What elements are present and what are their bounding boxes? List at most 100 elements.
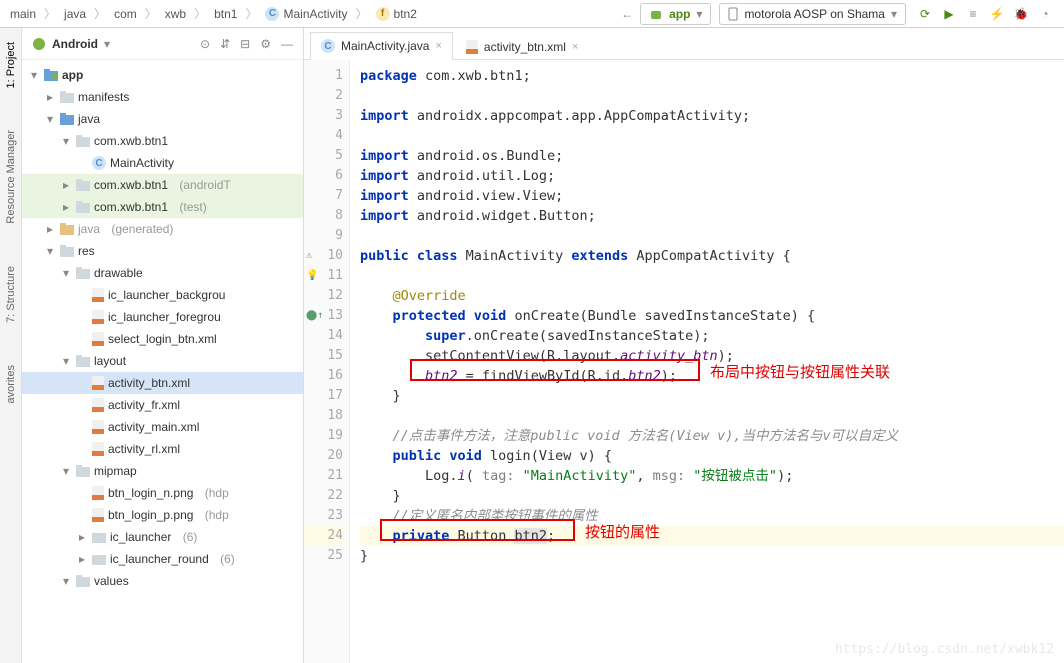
resource-manager-tab[interactable]: Resource Manager	[3, 124, 19, 230]
tree-file[interactable]: ▸ic_launcher (6)	[22, 526, 303, 548]
warning-icon[interactable]: ⚠	[306, 246, 312, 266]
debug-button[interactable]: 🐞	[1010, 3, 1032, 25]
run-config-selector[interactable]: app ▾	[640, 3, 711, 25]
xml-icon	[92, 398, 104, 412]
generated-folder-icon	[60, 223, 74, 235]
expand-all-icon[interactable]: ⇵	[220, 37, 230, 51]
chevron-down-icon: ▾	[696, 7, 702, 21]
tree-file[interactable]: ic_launcher_backgrou	[22, 284, 303, 306]
breadcrumb-item[interactable]: java	[62, 7, 88, 21]
watermark: https://blog.csdn.net/xwbk12	[835, 642, 1054, 657]
device-name: motorola AOSP on Shama	[744, 7, 885, 21]
package-icon	[76, 179, 90, 191]
project-panel-header: Android ▾ ⊙ ⇵ ⊟ ⚙ —	[22, 28, 303, 60]
package-icon	[76, 201, 90, 213]
apply-code-button[interactable]: ⚡	[986, 3, 1008, 25]
class-icon: C	[265, 7, 279, 21]
tool-window-tabs: 1: Project Resource Manager 7: Structure…	[0, 28, 22, 663]
image-icon	[92, 486, 104, 500]
project-view-selector[interactable]: Android ▾	[32, 37, 110, 51]
code-editor[interactable]: package com.xwb.btn1; import androidx.ap…	[350, 60, 1064, 663]
structure-tab[interactable]: 7: Structure	[3, 260, 19, 329]
xml-icon	[92, 288, 104, 302]
breadcrumb-sep: 〉	[190, 5, 210, 22]
package-icon	[76, 135, 90, 147]
module-icon	[44, 69, 58, 81]
tree-mipmap[interactable]: ▾mipmap	[22, 460, 303, 482]
settings-icon[interactable]: ⚙	[260, 37, 271, 51]
hide-icon[interactable]: —	[281, 37, 293, 51]
close-icon[interactable]: ×	[435, 40, 441, 52]
folder-icon	[76, 355, 90, 367]
profile-button[interactable]: ◔	[1034, 3, 1056, 25]
breadcrumb-item[interactable]: com	[112, 7, 139, 21]
sync-button[interactable]: ⟳	[914, 3, 936, 25]
breadcrumb-sep: 〉	[141, 5, 161, 22]
tree-file[interactable]: btn_login_p.png (hdp	[22, 504, 303, 526]
tab-main-activity[interactable]: CMainActivity.java×	[310, 32, 453, 60]
breadcrumb-method[interactable]: fbtn2	[374, 7, 419, 21]
back-button[interactable]: ←	[616, 3, 638, 25]
override-icon[interactable]: ⬤↑	[306, 306, 323, 326]
chevron-down-icon: ▾	[104, 37, 110, 51]
breadcrumb-sep: 〉	[90, 5, 110, 22]
select-opened-file-icon[interactable]: ⊙	[200, 37, 210, 51]
tree-file[interactable]: ic_launcher_foregrou	[22, 306, 303, 328]
favorites-tab[interactable]: avorites	[3, 359, 19, 410]
tree-values[interactable]: ▾values	[22, 570, 303, 592]
tree-file[interactable]: ▸ic_launcher_round (6)	[22, 548, 303, 570]
folder-icon	[60, 91, 74, 103]
project-tab[interactable]: 1: Project	[3, 36, 19, 94]
device-selector[interactable]: motorola AOSP on Shama ▾	[719, 3, 906, 25]
folder-icon	[92, 553, 106, 565]
run-config-name: app	[669, 7, 690, 21]
android-icon	[32, 37, 46, 51]
tree-app[interactable]: ▾app	[22, 64, 303, 86]
tree-main-activity[interactable]: CMainActivity	[22, 152, 303, 174]
apply-changes-button[interactable]: ≡	[962, 3, 984, 25]
breadcrumb-sep: 〉	[40, 5, 60, 22]
tree-file-selected[interactable]: activity_btn.xml	[22, 372, 303, 394]
xml-icon	[92, 420, 104, 434]
run-button[interactable]: ▶	[938, 3, 960, 25]
project-tree[interactable]: ▾app ▸manifests ▾java ▾com.xwb.btn1 CMai…	[22, 60, 303, 663]
tree-java-generated[interactable]: ▸java (generated)	[22, 218, 303, 240]
editor-area: CMainActivity.java× activity_btn.xml× 12…	[304, 28, 1064, 663]
folder-icon	[76, 465, 90, 477]
xml-icon	[92, 332, 104, 346]
tree-layout[interactable]: ▾layout	[22, 350, 303, 372]
tree-file[interactable]: select_login_btn.xml	[22, 328, 303, 350]
tree-package-main[interactable]: ▾com.xwb.btn1	[22, 130, 303, 152]
lightbulb-icon[interactable]: 💡	[306, 266, 318, 286]
tree-package-test[interactable]: ▸com.xwb.btn1 (test)	[22, 196, 303, 218]
breadcrumb-sep: 〉	[352, 5, 372, 22]
chevron-down-icon: ▾	[891, 7, 897, 21]
tree-package-androidtest[interactable]: ▸com.xwb.btn1 (androidT	[22, 174, 303, 196]
class-icon: C	[321, 39, 335, 53]
xml-icon	[92, 310, 104, 324]
editor-tabs: CMainActivity.java× activity_btn.xml×	[304, 28, 1064, 60]
field-icon: f	[376, 7, 390, 21]
xml-icon	[92, 442, 104, 456]
tree-file[interactable]: btn_login_n.png (hdp	[22, 482, 303, 504]
collapse-all-icon[interactable]: ⊟	[240, 37, 250, 51]
close-icon[interactable]: ×	[572, 41, 578, 53]
breadcrumb-item[interactable]: xwb	[163, 7, 188, 21]
phone-icon	[728, 7, 738, 21]
tree-manifests[interactable]: ▸manifests	[22, 86, 303, 108]
breadcrumb-item[interactable]: main	[8, 7, 38, 21]
gutter[interactable]: 12345 6789 10⚠ 11💡 12 13⬤↑ 1415161718 19…	[304, 60, 350, 663]
tree-file[interactable]: activity_fr.xml	[22, 394, 303, 416]
tree-file[interactable]: activity_main.xml	[22, 416, 303, 438]
tree-file[interactable]: activity_rl.xml	[22, 438, 303, 460]
tree-drawable[interactable]: ▾drawable	[22, 262, 303, 284]
breadcrumb-item[interactable]: btn1	[212, 7, 239, 21]
breadcrumb-class[interactable]: CMainActivity	[263, 7, 349, 21]
tree-res[interactable]: ▾res	[22, 240, 303, 262]
breadcrumb-sep: 〉	[241, 5, 261, 22]
android-icon	[649, 7, 663, 21]
tree-java[interactable]: ▾java	[22, 108, 303, 130]
tab-activity-btn[interactable]: activity_btn.xml×	[455, 33, 589, 60]
project-panel: Android ▾ ⊙ ⇵ ⊟ ⚙ — ▾app ▸manifests ▾jav…	[22, 28, 304, 663]
top-toolbar: main〉 java〉 com〉 xwb〉 btn1〉 CMainActivit…	[0, 0, 1064, 28]
